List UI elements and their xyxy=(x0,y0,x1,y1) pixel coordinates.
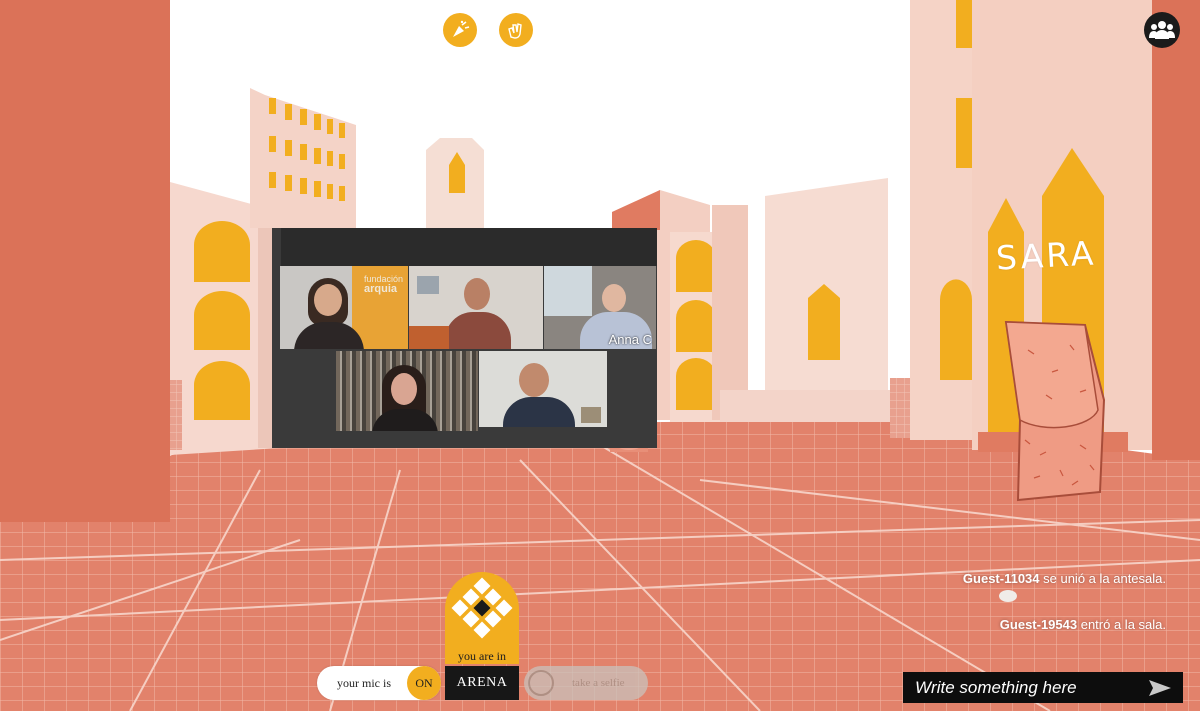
video-tile-speaker-4[interactable] xyxy=(336,351,478,431)
mic-label: your mic is xyxy=(337,675,391,690)
video-tile-speaker-3[interactable]: Anna C xyxy=(544,266,656,349)
video-conference-screen[interactable]: fundación arquia Anna C xyxy=(272,228,657,448)
participants-button[interactable] xyxy=(1144,12,1180,48)
mic-toggle[interactable]: your mic is ON xyxy=(317,666,441,700)
brand-label: fundación arquia xyxy=(364,274,403,295)
people-group-icon xyxy=(1149,21,1175,39)
selfie-label: take a selfie xyxy=(572,677,625,689)
camera-shutter-icon xyxy=(528,670,554,696)
clapping-hands-icon xyxy=(508,23,522,39)
video-tile-speaker-5[interactable] xyxy=(479,351,607,427)
chat-username: Guest-11034 xyxy=(962,571,1040,586)
applause-button[interactable] xyxy=(499,13,533,47)
room-name: ARENA xyxy=(445,666,519,700)
mic-state-button[interactable]: ON xyxy=(407,666,441,700)
location-badge: you are in xyxy=(445,572,519,664)
confetti-button[interactable] xyxy=(443,13,477,47)
chat-notification: Guest-11034 se unió a la antesala. xyxy=(963,571,1166,586)
chat-input-placeholder[interactable]: Write something here xyxy=(903,678,1147,698)
brand-line-2: arquia xyxy=(364,283,398,295)
chat-username: Guest-19543 xyxy=(999,617,1078,632)
chat-notification: Guest-19543 entró a la sala. xyxy=(1000,617,1166,632)
send-arrow-icon[interactable] xyxy=(1147,678,1173,698)
video-tile-speaker-2[interactable] xyxy=(409,266,543,349)
chat-message-text: entró a la sala. xyxy=(1077,617,1166,632)
video-tile-speaker-1[interactable]: fundación arquia xyxy=(280,266,408,349)
chat-message-text: se unió a la antesala. xyxy=(1039,571,1166,586)
avatar-name-label: SARA xyxy=(995,233,1098,278)
arena-logo-icon xyxy=(451,577,513,639)
chat-input-field[interactable]: Write something here xyxy=(903,672,1183,703)
party-popper-icon xyxy=(453,20,470,37)
screen-top-bar xyxy=(281,228,657,266)
location-label: you are in xyxy=(458,649,506,663)
selfie-button[interactable]: take a selfie xyxy=(524,666,648,700)
virtual-arena-scene[interactable]: fundación arquia Anna C SARA Guest-11034… xyxy=(0,0,1200,711)
participant-name-label: Anna C xyxy=(608,332,652,347)
